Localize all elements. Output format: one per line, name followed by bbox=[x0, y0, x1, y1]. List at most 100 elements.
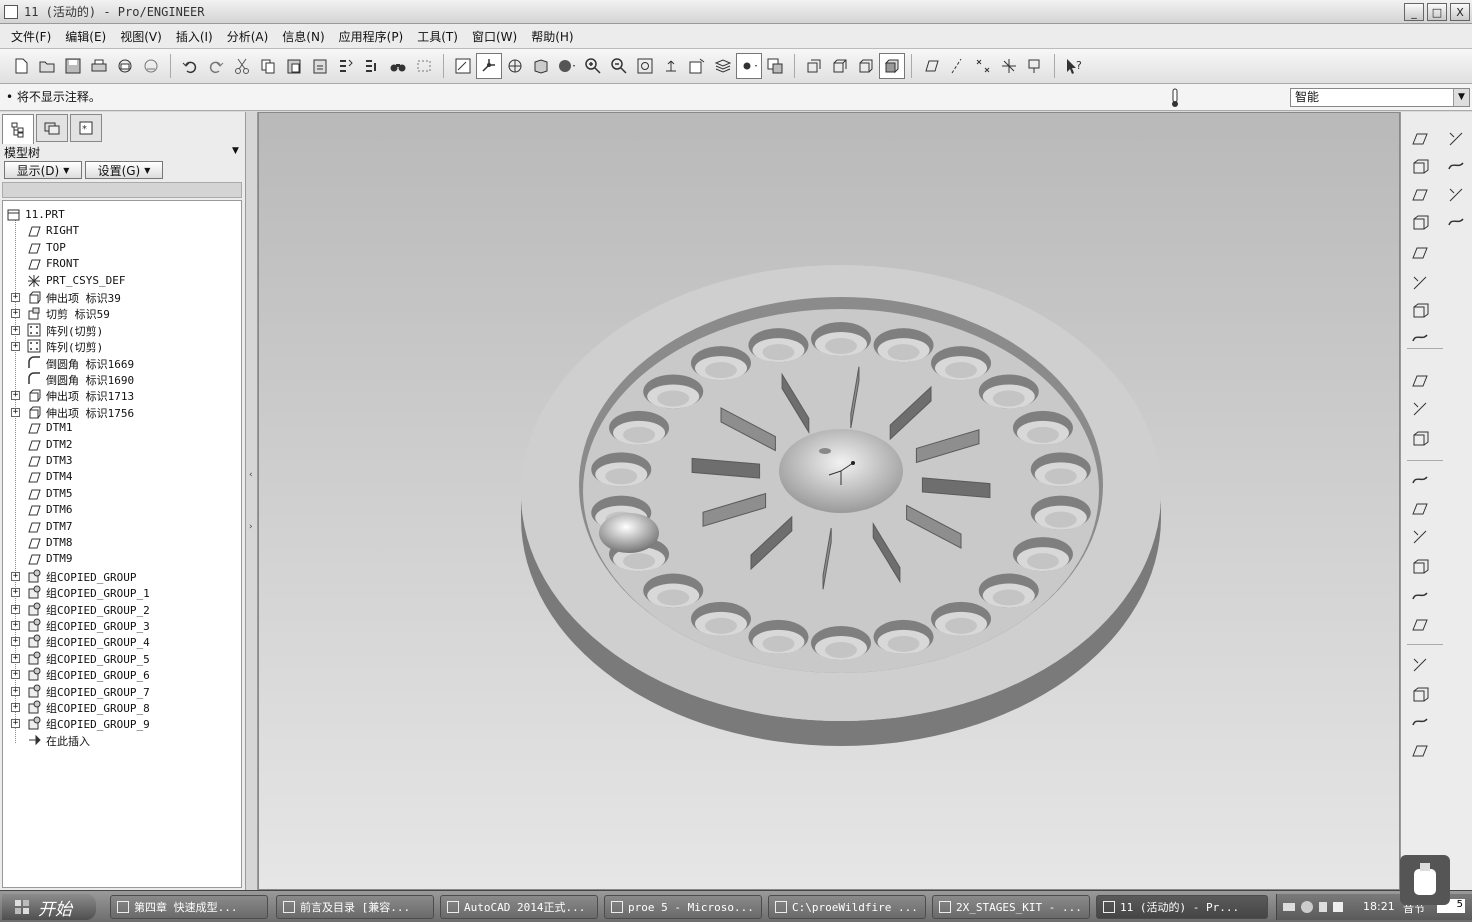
close-button[interactable]: X bbox=[1450, 3, 1470, 21]
floating-usb-icon[interactable] bbox=[1400, 855, 1450, 905]
tree-item[interactable]: DTM7 bbox=[3, 519, 241, 535]
select-box-icon[interactable] bbox=[411, 53, 437, 79]
paste-icon[interactable] bbox=[281, 53, 307, 79]
menu-window[interactable]: 窗口(W) bbox=[465, 28, 524, 45]
view-manager-icon[interactable] bbox=[684, 53, 710, 79]
redo-icon[interactable] bbox=[203, 53, 229, 79]
tree-item[interactable]: 倒圆角 标识1690 bbox=[3, 371, 241, 387]
tree-item[interactable]: + 组COPIED_GROUP_6 bbox=[3, 666, 241, 682]
collapse-arrow-icon[interactable]: ‹ bbox=[249, 470, 253, 480]
orient-mode-icon[interactable] bbox=[476, 53, 502, 79]
csys-toggle-icon[interactable] bbox=[996, 53, 1022, 79]
tree-item[interactable]: DTM9 bbox=[3, 551, 241, 567]
selection-filter-dropdown[interactable]: 智能 ▼ bbox=[1290, 88, 1470, 107]
rib-tool-icon[interactable] bbox=[1409, 498, 1431, 520]
extrude-tool-icon[interactable] bbox=[1409, 328, 1431, 350]
task-item[interactable]: 第四章 快速成型... bbox=[110, 895, 268, 919]
point-icon[interactable] bbox=[1409, 242, 1431, 264]
datum-points-toggle-icon[interactable] bbox=[970, 53, 996, 79]
tree-item[interactable]: TOP bbox=[3, 240, 241, 256]
tree-item[interactable]: + 伸出项 标识1713 bbox=[3, 387, 241, 403]
tree-item[interactable]: + 组COPIED_GROUP_1 bbox=[3, 584, 241, 600]
shaded-icon[interactable] bbox=[879, 53, 905, 79]
undo-icon[interactable] bbox=[177, 53, 203, 79]
task-item-active[interactable]: 11 (活动的) - Pr... bbox=[1096, 895, 1268, 919]
regenerate-icon[interactable] bbox=[333, 53, 359, 79]
send-mail-icon[interactable] bbox=[112, 53, 138, 79]
expand-icon[interactable]: + bbox=[11, 342, 20, 352]
task-item[interactable]: 2X_STAGES_KIT - ... bbox=[932, 895, 1090, 919]
reorient-icon[interactable] bbox=[658, 53, 684, 79]
sweep-tool-icon[interactable] bbox=[1409, 398, 1431, 420]
expand-icon[interactable]: + bbox=[11, 719, 20, 729]
pattern-tool-icon[interactable] bbox=[1409, 614, 1431, 636]
find-binoculars-icon[interactable] bbox=[385, 53, 411, 79]
tree-item[interactable]: + 组COPIED_GROUP_3 bbox=[3, 617, 241, 633]
expand-icon[interactable]: + bbox=[11, 703, 20, 712]
expand-icon[interactable]: + bbox=[11, 653, 20, 663]
tree-item[interactable]: DTM2 bbox=[3, 437, 241, 453]
copy-feature-icon[interactable] bbox=[1445, 156, 1467, 178]
menu-edit[interactable]: 编辑(E) bbox=[58, 28, 113, 45]
tab-model-tree[interactable] bbox=[2, 114, 34, 144]
tree-item[interactable]: + 组COPIED_GROUP_4 bbox=[3, 633, 241, 649]
menu-view[interactable]: 视图(V) bbox=[113, 28, 169, 45]
expand-icon[interactable]: + bbox=[11, 407, 20, 417]
task-item[interactable]: C:\proeWildfire ... bbox=[768, 895, 926, 919]
tree-item[interactable]: + 伸出项 标识39 bbox=[3, 289, 241, 305]
tree-item[interactable]: + 组COPIED_GROUP_7 bbox=[3, 683, 241, 699]
analysis-icon[interactable] bbox=[1409, 300, 1431, 322]
shell-tool-icon[interactable] bbox=[1409, 470, 1431, 492]
restore-button[interactable]: □ bbox=[1427, 3, 1447, 21]
tree-item[interactable]: + 阵列(切剪) bbox=[3, 322, 241, 338]
grid-icon[interactable] bbox=[1445, 212, 1467, 234]
print-icon[interactable] bbox=[86, 53, 112, 79]
tree-item[interactable]: + 阵列(切剪) bbox=[3, 338, 241, 354]
chamfer-tool-icon[interactable] bbox=[1409, 586, 1431, 608]
repaint-icon[interactable] bbox=[450, 53, 476, 79]
minimize-button[interactable]: _ bbox=[1404, 3, 1424, 21]
sketch-icon[interactable] bbox=[1409, 128, 1431, 150]
refit-icon[interactable] bbox=[632, 53, 658, 79]
expand-icon[interactable]: + bbox=[11, 670, 20, 680]
expand-icon[interactable]: + bbox=[11, 637, 20, 647]
layers-icon[interactable] bbox=[710, 53, 736, 79]
menu-insert[interactable]: 插入(I) bbox=[169, 28, 220, 45]
draft-tool-icon[interactable] bbox=[1409, 526, 1431, 548]
send-link-icon[interactable] bbox=[138, 53, 164, 79]
axis-icon[interactable] bbox=[1409, 184, 1431, 206]
task-item[interactable]: proe 5 - Microso... bbox=[604, 895, 762, 919]
expand-icon[interactable]: + bbox=[11, 686, 20, 696]
expand-icon[interactable]: + bbox=[11, 309, 20, 319]
expand-icon[interactable]: + bbox=[11, 604, 20, 614]
menu-tools[interactable]: 工具(T) bbox=[410, 28, 465, 45]
menu-info[interactable]: 信息(N) bbox=[275, 28, 331, 45]
round-tool-icon[interactable] bbox=[1409, 556, 1431, 578]
menu-applications[interactable]: 应用程序(P) bbox=[332, 28, 411, 45]
tree-item[interactable]: DTM3 bbox=[3, 453, 241, 469]
settings-button[interactable]: 设置(G) ▼ bbox=[85, 161, 163, 179]
wireframe-icon[interactable] bbox=[801, 53, 827, 79]
tree-item[interactable]: + 组COPIED_GROUP bbox=[3, 568, 241, 584]
start-button[interactable]: 开始 bbox=[2, 894, 96, 920]
revolve-tool-icon[interactable] bbox=[1409, 370, 1431, 392]
menu-analysis[interactable]: 分析(A) bbox=[220, 28, 276, 45]
tree-item[interactable]: DTM1 bbox=[3, 420, 241, 436]
display-style-icon[interactable] bbox=[762, 53, 788, 79]
open-folder-icon[interactable] bbox=[34, 53, 60, 79]
save-icon[interactable] bbox=[60, 53, 86, 79]
tree-item[interactable]: + 组COPIED_GROUP_9 bbox=[3, 715, 241, 731]
show-button[interactable]: 显示(D) ▼ bbox=[4, 161, 82, 179]
hidden-line-icon[interactable] bbox=[827, 53, 853, 79]
expand-icon[interactable]: + bbox=[11, 391, 20, 401]
tree-item[interactable]: RIGHT bbox=[3, 223, 241, 239]
hole-tool-icon[interactable] bbox=[1409, 428, 1431, 450]
expand-icon[interactable]: + bbox=[11, 293, 20, 302]
trim-tool-icon[interactable] bbox=[1409, 712, 1431, 734]
merge-icon[interactable] bbox=[1445, 184, 1467, 206]
plane-icon[interactable] bbox=[1409, 156, 1431, 178]
tree-item[interactable]: + 组COPIED_GROUP_5 bbox=[3, 650, 241, 666]
datum-planes-toggle-icon[interactable] bbox=[918, 53, 944, 79]
tree-item[interactable]: PRT_CSYS_DEF bbox=[3, 273, 241, 289]
new-file-icon[interactable] bbox=[8, 53, 34, 79]
